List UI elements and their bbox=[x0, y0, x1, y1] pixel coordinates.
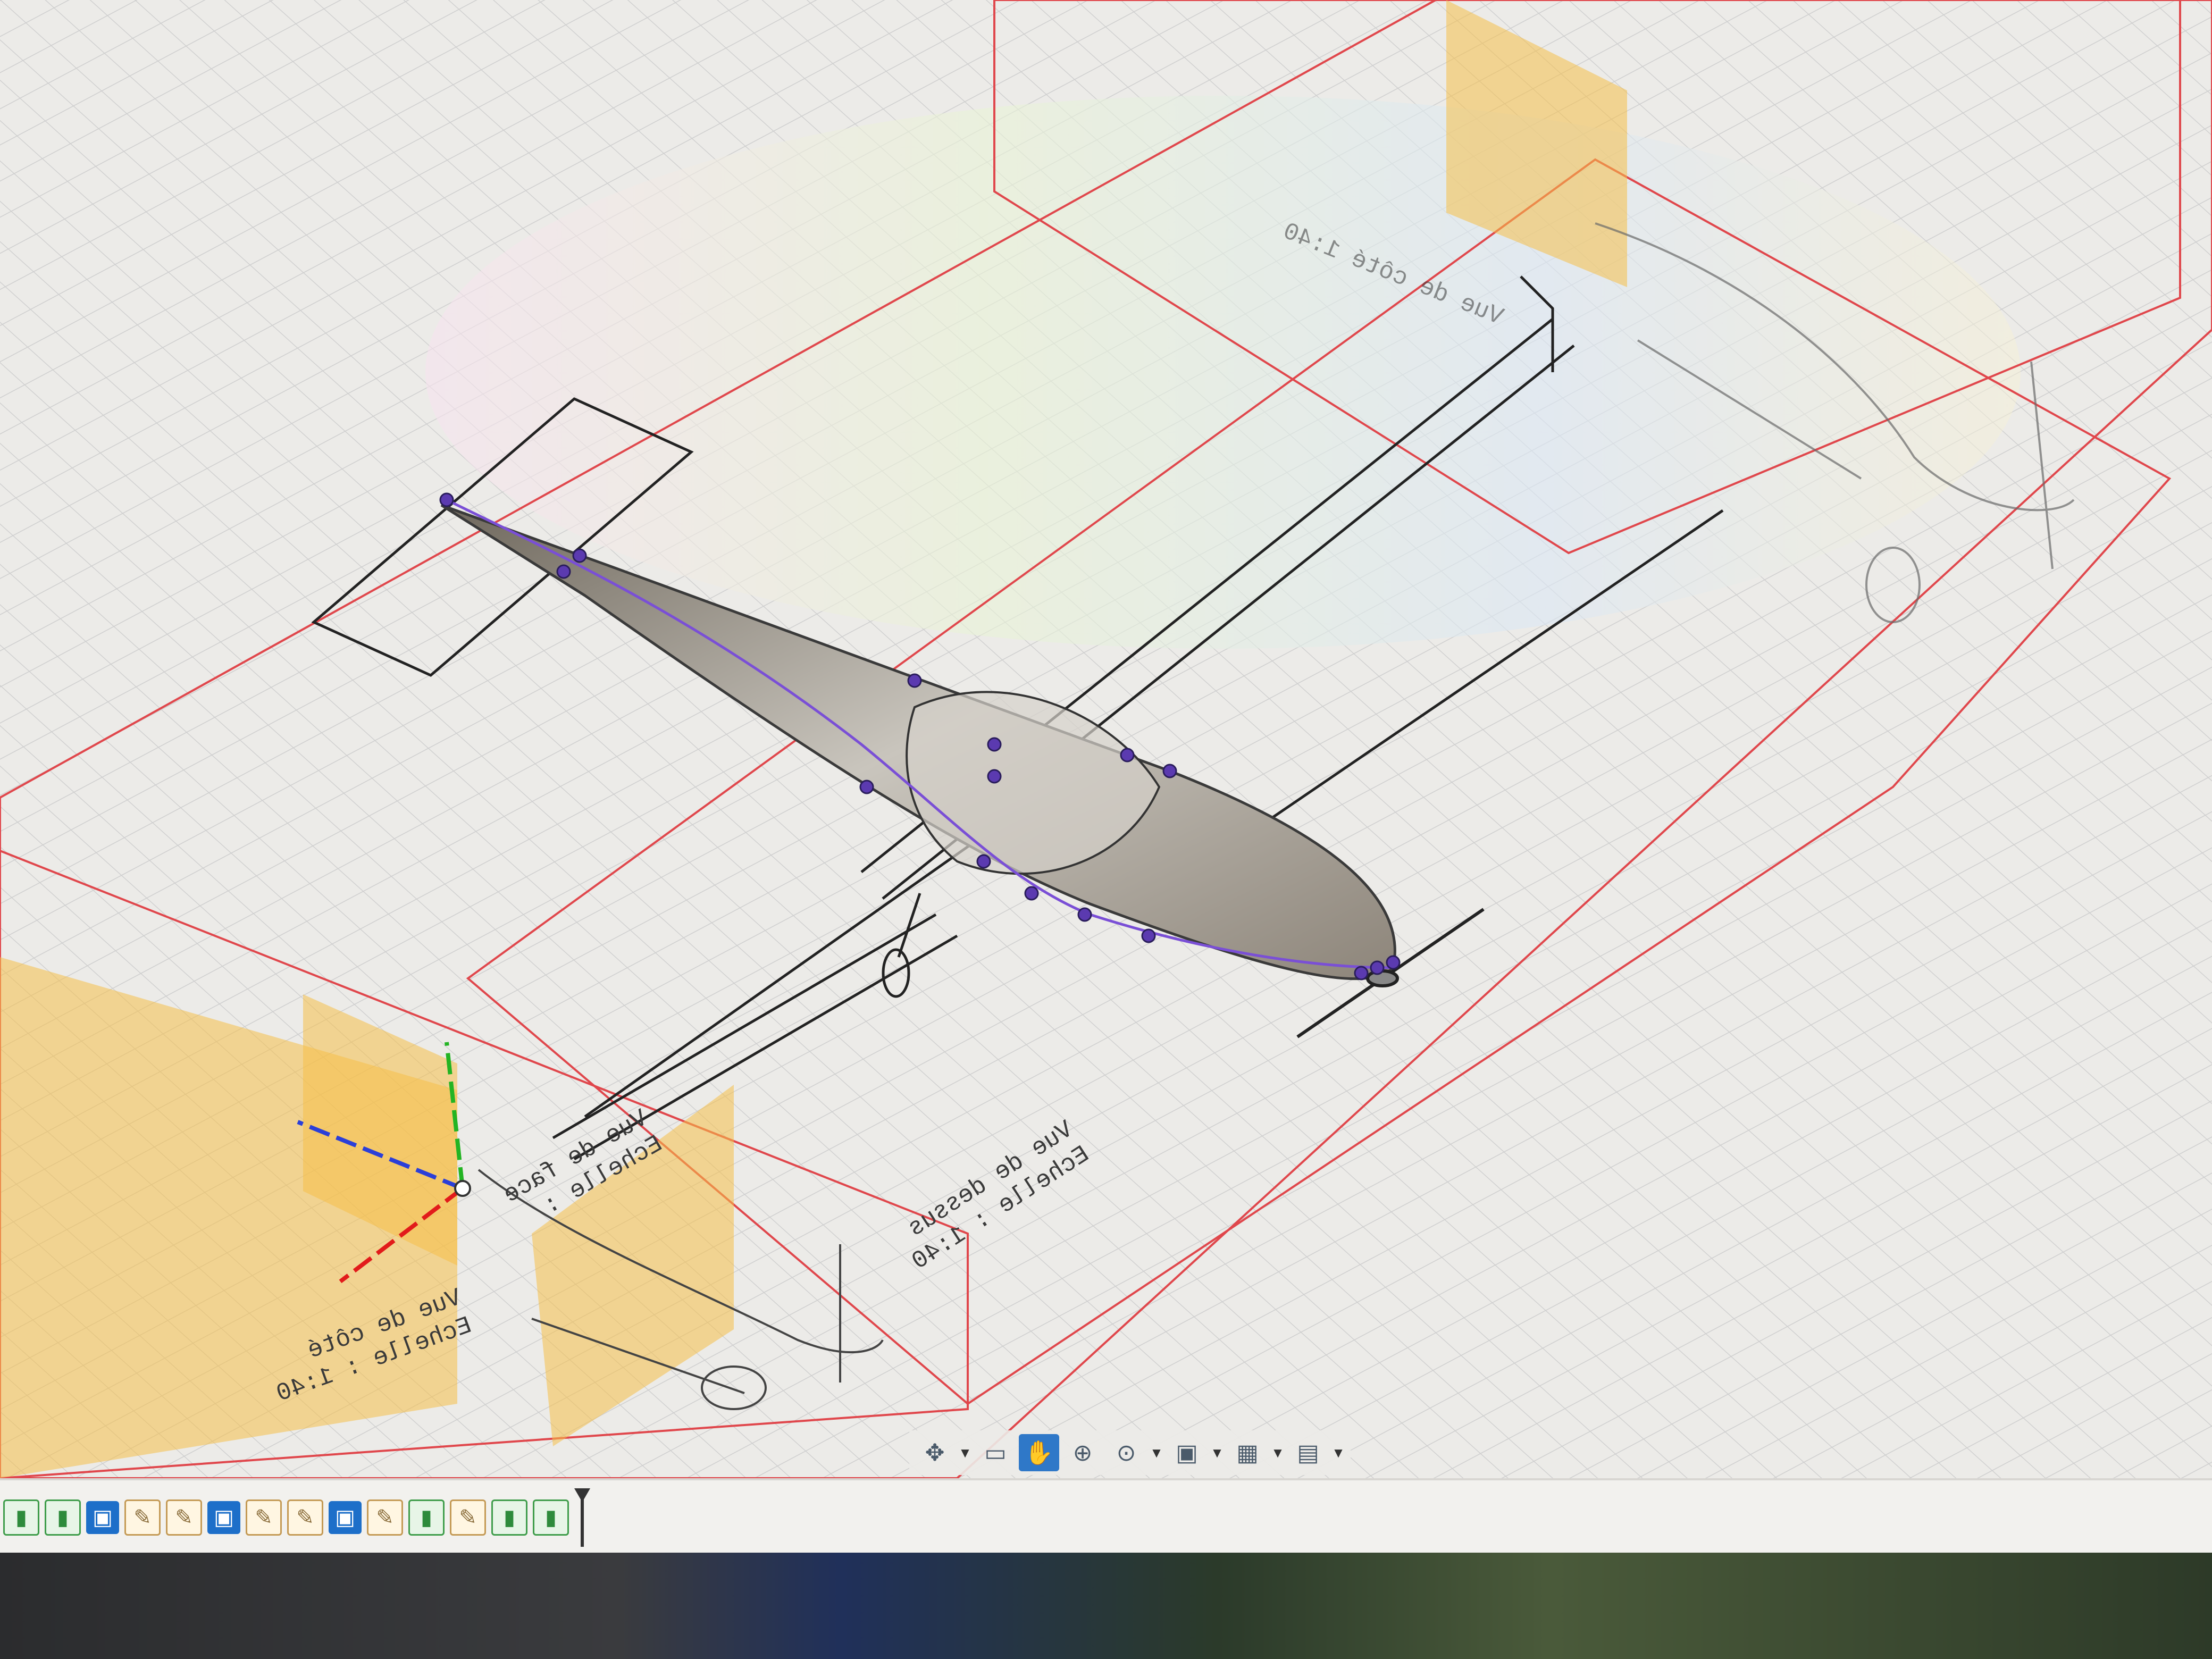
timeline-feature-canvas-icon[interactable]: ▣ bbox=[329, 1501, 362, 1534]
orbit-dropdown-caret[interactable]: ▼ bbox=[958, 1434, 972, 1471]
fit-icon[interactable]: ⊙ bbox=[1106, 1434, 1146, 1471]
3d-viewport[interactable]: Vue de dessus Echelle : 1:40 Vue de face… bbox=[0, 0, 2212, 1478]
timeline-feature-extrude-icon[interactable]: ▮ bbox=[408, 1499, 445, 1536]
timeline-feature-extrude-icon[interactable]: ▮ bbox=[3, 1499, 39, 1536]
grid-settings-caret[interactable]: ▼ bbox=[1271, 1434, 1285, 1471]
orbit-icon[interactable]: ✥ bbox=[915, 1434, 955, 1471]
display-settings-icon[interactable]: ▣ bbox=[1167, 1434, 1207, 1471]
timeline-feature-canvas-icon[interactable]: ▣ bbox=[207, 1501, 240, 1534]
grid-settings-icon[interactable]: ▦ bbox=[1227, 1434, 1268, 1471]
timeline-feature-sketch-icon[interactable]: ✎ bbox=[367, 1499, 403, 1536]
timeline-feature-sketch-icon[interactable]: ✎ bbox=[450, 1499, 486, 1536]
fit-dropdown-caret[interactable]: ▼ bbox=[1150, 1434, 1163, 1471]
fusion-screen: Vue de dessus Echelle : 1:40 Vue de face… bbox=[0, 0, 2212, 1553]
timeline-marker-handle[interactable] bbox=[574, 1488, 590, 1547]
timeline-feature-sketch-icon[interactable]: ✎ bbox=[287, 1499, 323, 1536]
timeline-feature-extrude-icon[interactable]: ▮ bbox=[45, 1499, 81, 1536]
zoom-icon[interactable]: ⊕ bbox=[1062, 1434, 1103, 1471]
viewports-caret[interactable]: ▼ bbox=[1331, 1434, 1345, 1471]
screen-moire bbox=[425, 96, 2021, 649]
look-at-icon[interactable]: ▭ bbox=[975, 1434, 1016, 1471]
design-timeline: ▮ ▮ ▣ ✎ ✎ ▣ ✎ ✎ ▣ ✎ ▮ ✎ ▮ ▮ bbox=[0, 1478, 2212, 1553]
timeline-feature-extrude-icon[interactable]: ▮ bbox=[491, 1499, 527, 1536]
timeline-feature-sketch-icon[interactable]: ✎ bbox=[246, 1499, 282, 1536]
navigation-toolbar: ✥ ▼ ▭ ✋ ⊕ ⊙ ▼ ▣ ▼ ▦ ▼ ▤ ▼ bbox=[909, 1430, 1351, 1475]
pan-icon[interactable]: ✋ bbox=[1019, 1434, 1059, 1471]
timeline-feature-extrude-icon[interactable]: ▮ bbox=[533, 1499, 569, 1536]
desktop-background bbox=[0, 1553, 2212, 1659]
timeline-feature-sketch-icon[interactable]: ✎ bbox=[124, 1499, 161, 1536]
viewport-scene: Vue de dessus Echelle : 1:40 Vue de face… bbox=[0, 0, 2212, 1478]
display-settings-caret[interactable]: ▼ bbox=[1210, 1434, 1224, 1471]
timeline-feature-sketch-icon[interactable]: ✎ bbox=[166, 1499, 202, 1536]
timeline-feature-canvas-icon[interactable]: ▣ bbox=[86, 1501, 119, 1534]
viewports-icon[interactable]: ▤ bbox=[1288, 1434, 1328, 1471]
